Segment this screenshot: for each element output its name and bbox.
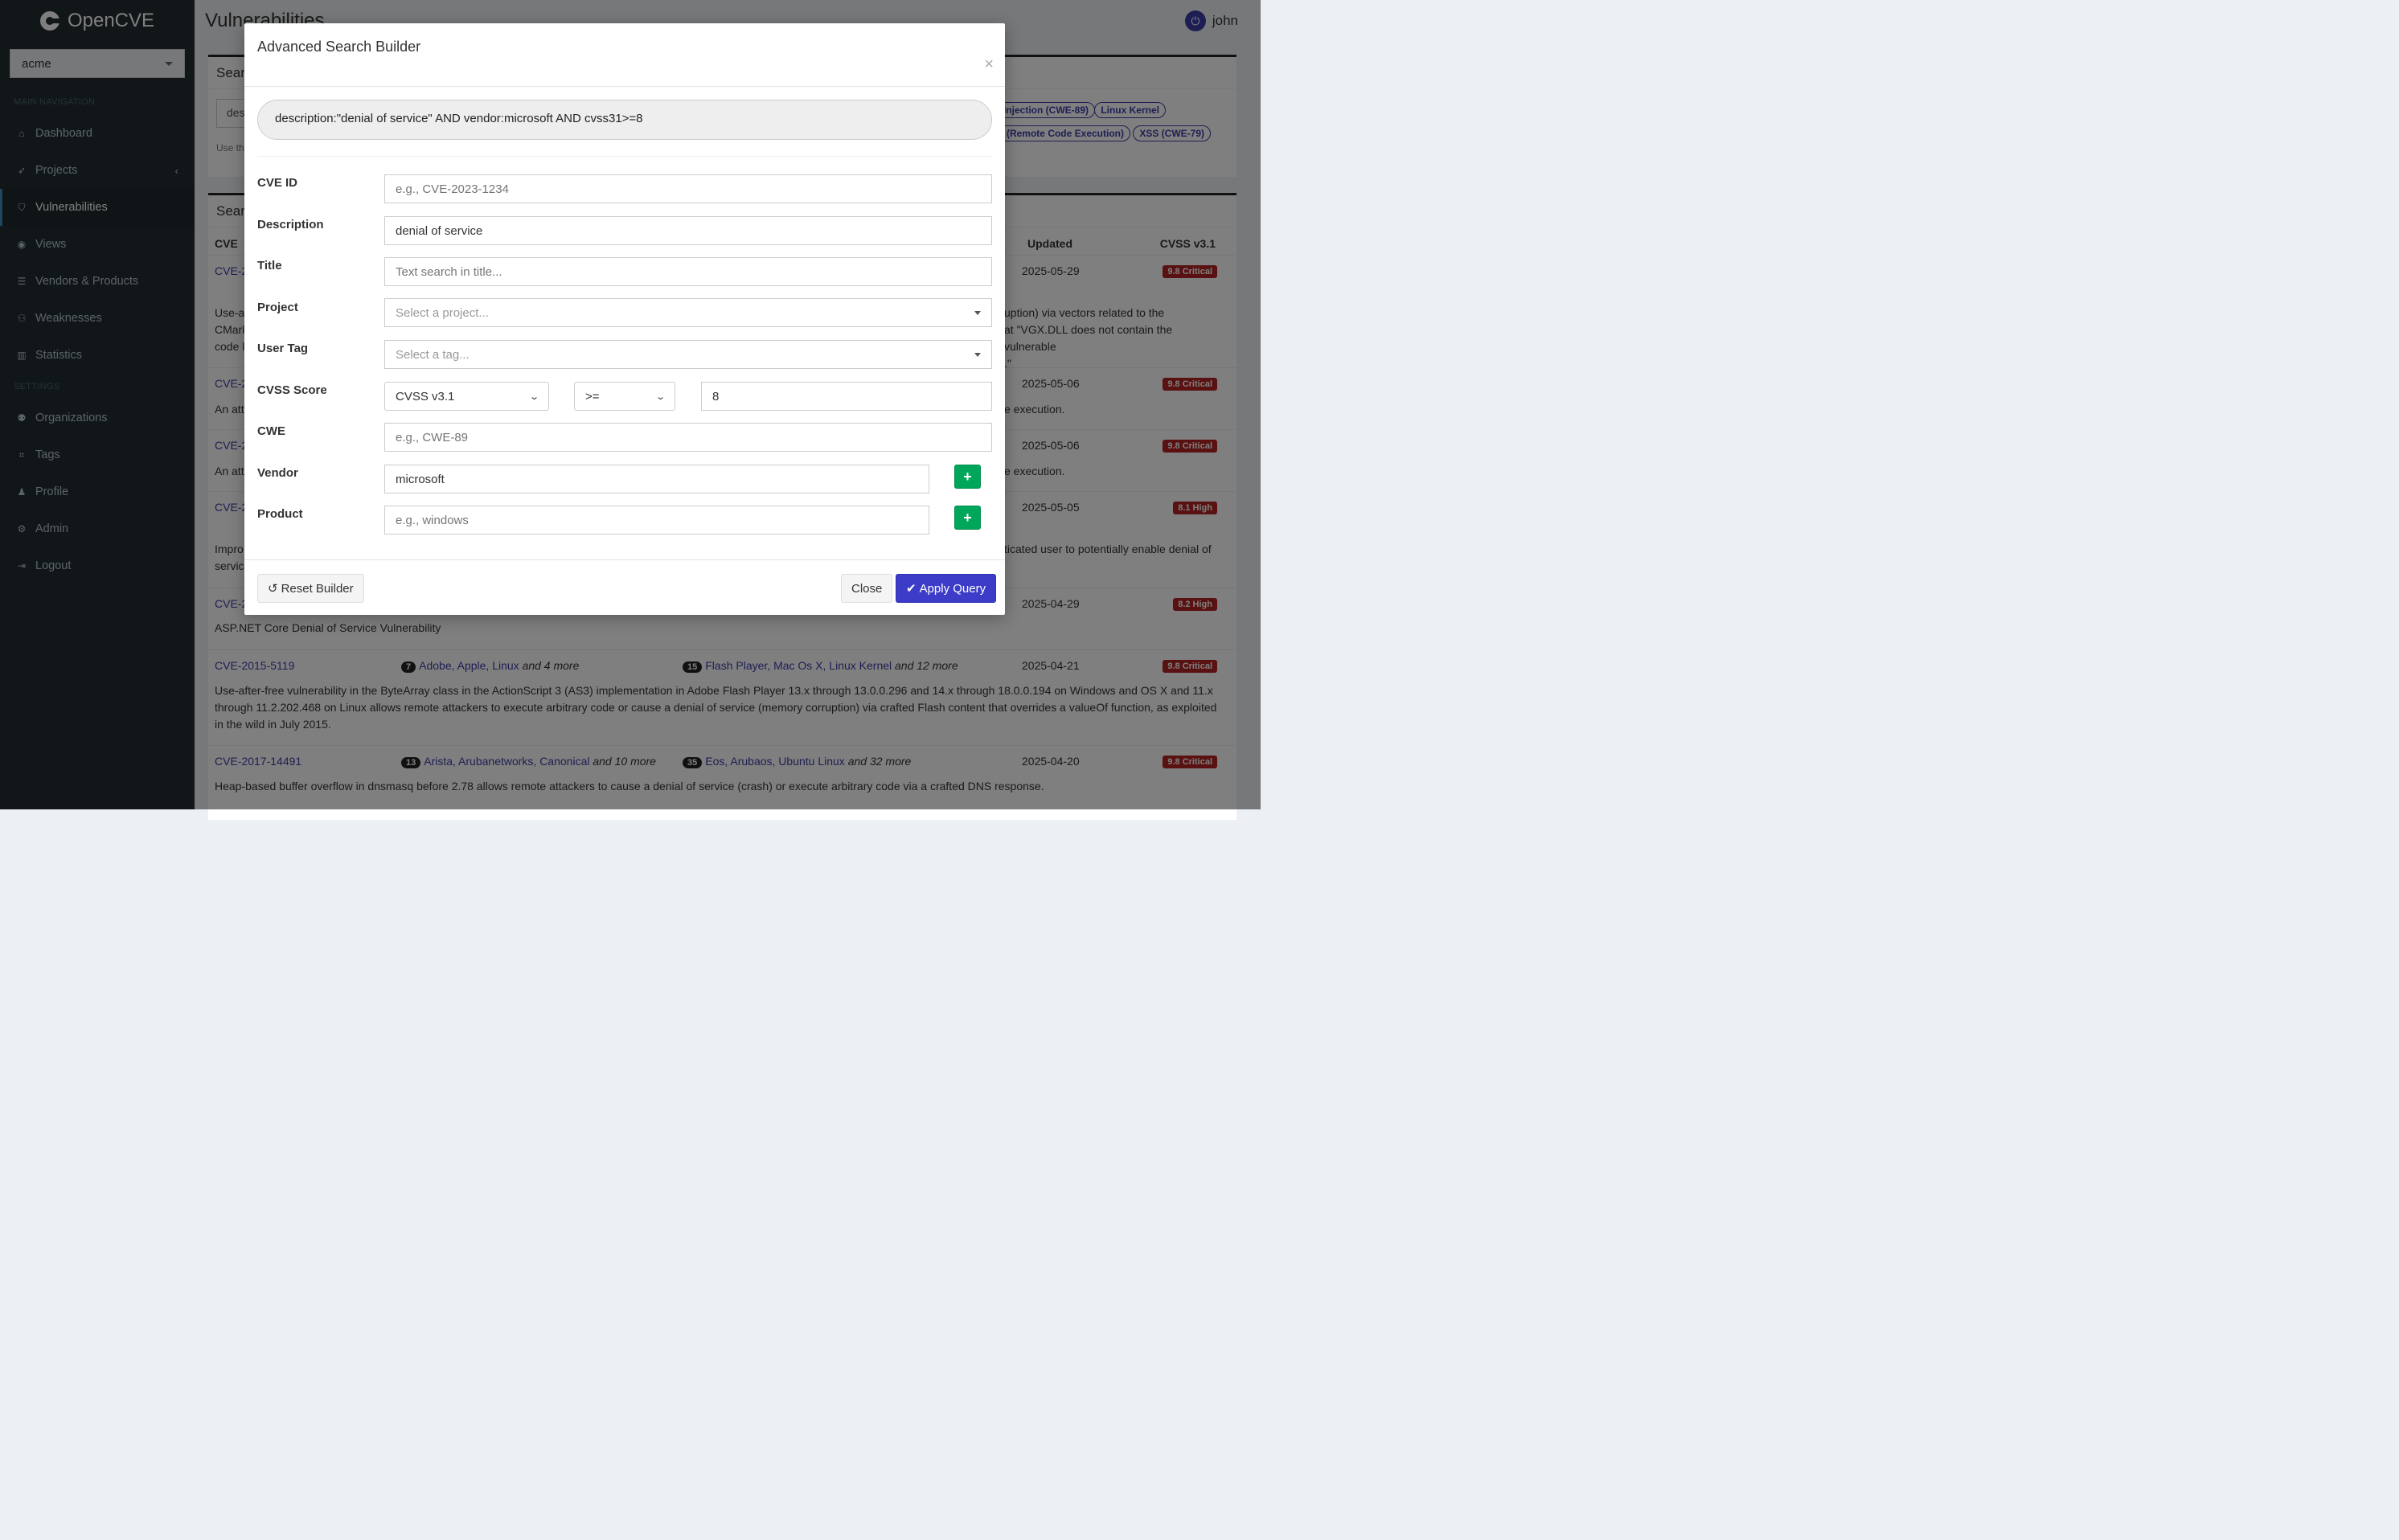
apply-query-label: Apply Query: [919, 581, 986, 596]
undo-icon: ↺: [268, 582, 278, 596]
cve-id-input[interactable]: [384, 174, 992, 203]
divider: [257, 156, 992, 157]
caret-down-icon: [974, 352, 981, 357]
chevron-down-icon: ⌄: [528, 391, 539, 402]
cwe-input[interactable]: [384, 423, 992, 452]
user-tag-placeholder: Select a tag...: [396, 347, 470, 362]
close-icon[interactable]: ×: [984, 55, 994, 74]
close-button[interactable]: Close: [841, 574, 893, 603]
query-preview: description:"denial of service" AND vend…: [257, 100, 992, 140]
user-tag-select[interactable]: Select a tag...: [384, 340, 992, 369]
caret-down-icon: [974, 310, 981, 315]
title-label: Title: [257, 259, 282, 272]
modal-footer: ↺ Reset Builder Close ✔ Apply Query: [244, 559, 1005, 615]
user-tag-label: User Tag: [257, 342, 309, 355]
modal-title: Advanced Search Builder: [257, 39, 421, 55]
description-label: Description: [257, 218, 324, 231]
vendor-label: Vendor: [257, 466, 298, 480]
cvss-value-input[interactable]: [701, 382, 992, 411]
title-input[interactable]: [384, 257, 992, 286]
add-product-button[interactable]: +: [954, 506, 981, 530]
cwe-label: CWE: [257, 424, 285, 438]
cvss-operator-value: >=: [585, 389, 600, 403]
cvss-version-select[interactable]: CVSS v3.1 ⌄: [384, 382, 549, 411]
modal-header: Advanced Search Builder ×: [244, 23, 1005, 87]
reset-builder-button[interactable]: ↺ Reset Builder: [257, 574, 364, 603]
cvss-operator-select[interactable]: >= ⌄: [574, 382, 675, 411]
apply-query-button[interactable]: ✔ Apply Query: [896, 574, 997, 603]
vendor-input[interactable]: [384, 465, 929, 494]
product-label: Product: [257, 507, 303, 521]
cve-id-label: CVE ID: [257, 176, 298, 190]
project-select[interactable]: Select a project...: [384, 298, 992, 327]
project-placeholder: Select a project...: [396, 305, 489, 320]
chevron-down-icon: ⌄: [654, 391, 666, 402]
description-input[interactable]: [384, 216, 992, 245]
cvss-score-label: CVSS Score: [257, 383, 327, 397]
cvss-version-value: CVSS v3.1: [396, 389, 455, 403]
advanced-search-modal: Advanced Search Builder × description:"d…: [244, 23, 1005, 615]
check-icon: ✔: [906, 582, 917, 596]
reset-builder-label: Reset Builder: [281, 581, 354, 596]
project-label: Project: [257, 301, 298, 314]
product-input[interactable]: [384, 506, 929, 534]
add-vendor-button[interactable]: +: [954, 465, 981, 489]
